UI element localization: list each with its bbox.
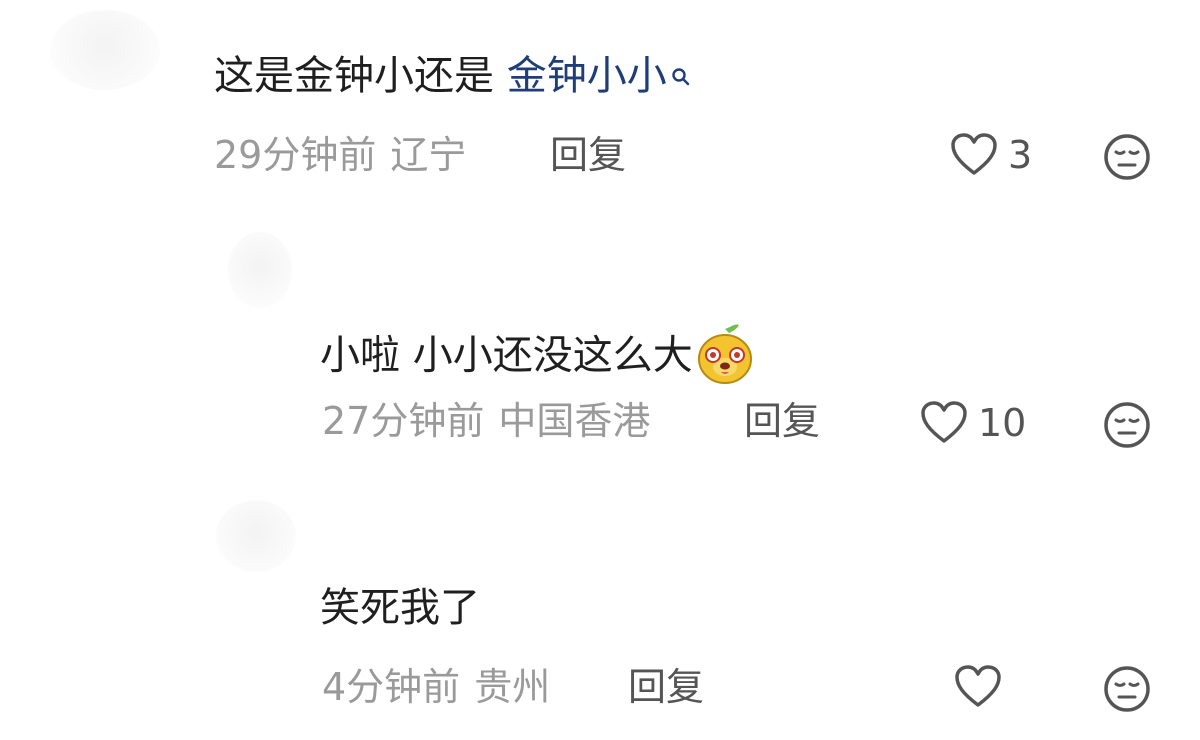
reply-button[interactable]: 回复	[628, 668, 704, 706]
heart-icon	[921, 401, 967, 443]
like-button[interactable]: 3	[950, 130, 1032, 180]
neutral-face-icon[interactable]	[1102, 664, 1152, 714]
comment-time: 27分钟前	[322, 399, 485, 443]
heart-icon	[951, 133, 997, 175]
heart-icon	[955, 665, 1001, 707]
comment-text: 这是金钟小还是 金钟小小	[214, 56, 691, 96]
like-count: 10	[978, 401, 1027, 445]
reply-button[interactable]: 回复	[744, 402, 820, 440]
comment-time: 29分钟前	[214, 133, 377, 177]
search-icon[interactable]	[671, 54, 691, 94]
comment-text: 笑死我了	[320, 588, 480, 628]
comment-location: 辽宁	[390, 133, 467, 177]
comment-meta: 4分钟前 贵州	[322, 668, 550, 706]
comment-location: 贵州	[474, 665, 551, 709]
neutral-face-icon[interactable]	[1102, 400, 1152, 450]
comment-location: 中国香港	[498, 399, 651, 443]
avatar[interactable]	[50, 10, 160, 90]
comment-time: 4分钟前	[322, 665, 461, 709]
comment-body: 这是金钟小还是	[214, 53, 507, 99]
avatar[interactable]	[228, 232, 292, 308]
avatar[interactable]	[216, 500, 296, 572]
comment-body: 笑死我了	[320, 585, 480, 631]
comment-meta: 27分钟前 中国香港	[322, 402, 650, 440]
cartoon-face-emoji	[695, 323, 755, 392]
like-count: 3	[1008, 133, 1033, 177]
reply-button[interactable]: 回复	[550, 136, 626, 174]
like-button[interactable]: 10	[920, 398, 1026, 448]
comment-text: 小啦 小小还没这么大	[320, 323, 755, 392]
comment-link[interactable]: 金钟小小	[507, 53, 667, 99]
neutral-face-icon[interactable]	[1102, 132, 1152, 182]
comment-meta: 29分钟前 辽宁	[214, 136, 466, 174]
like-button[interactable]	[954, 662, 1012, 712]
comment-body: 小啦 小小还没这么大	[320, 332, 693, 379]
